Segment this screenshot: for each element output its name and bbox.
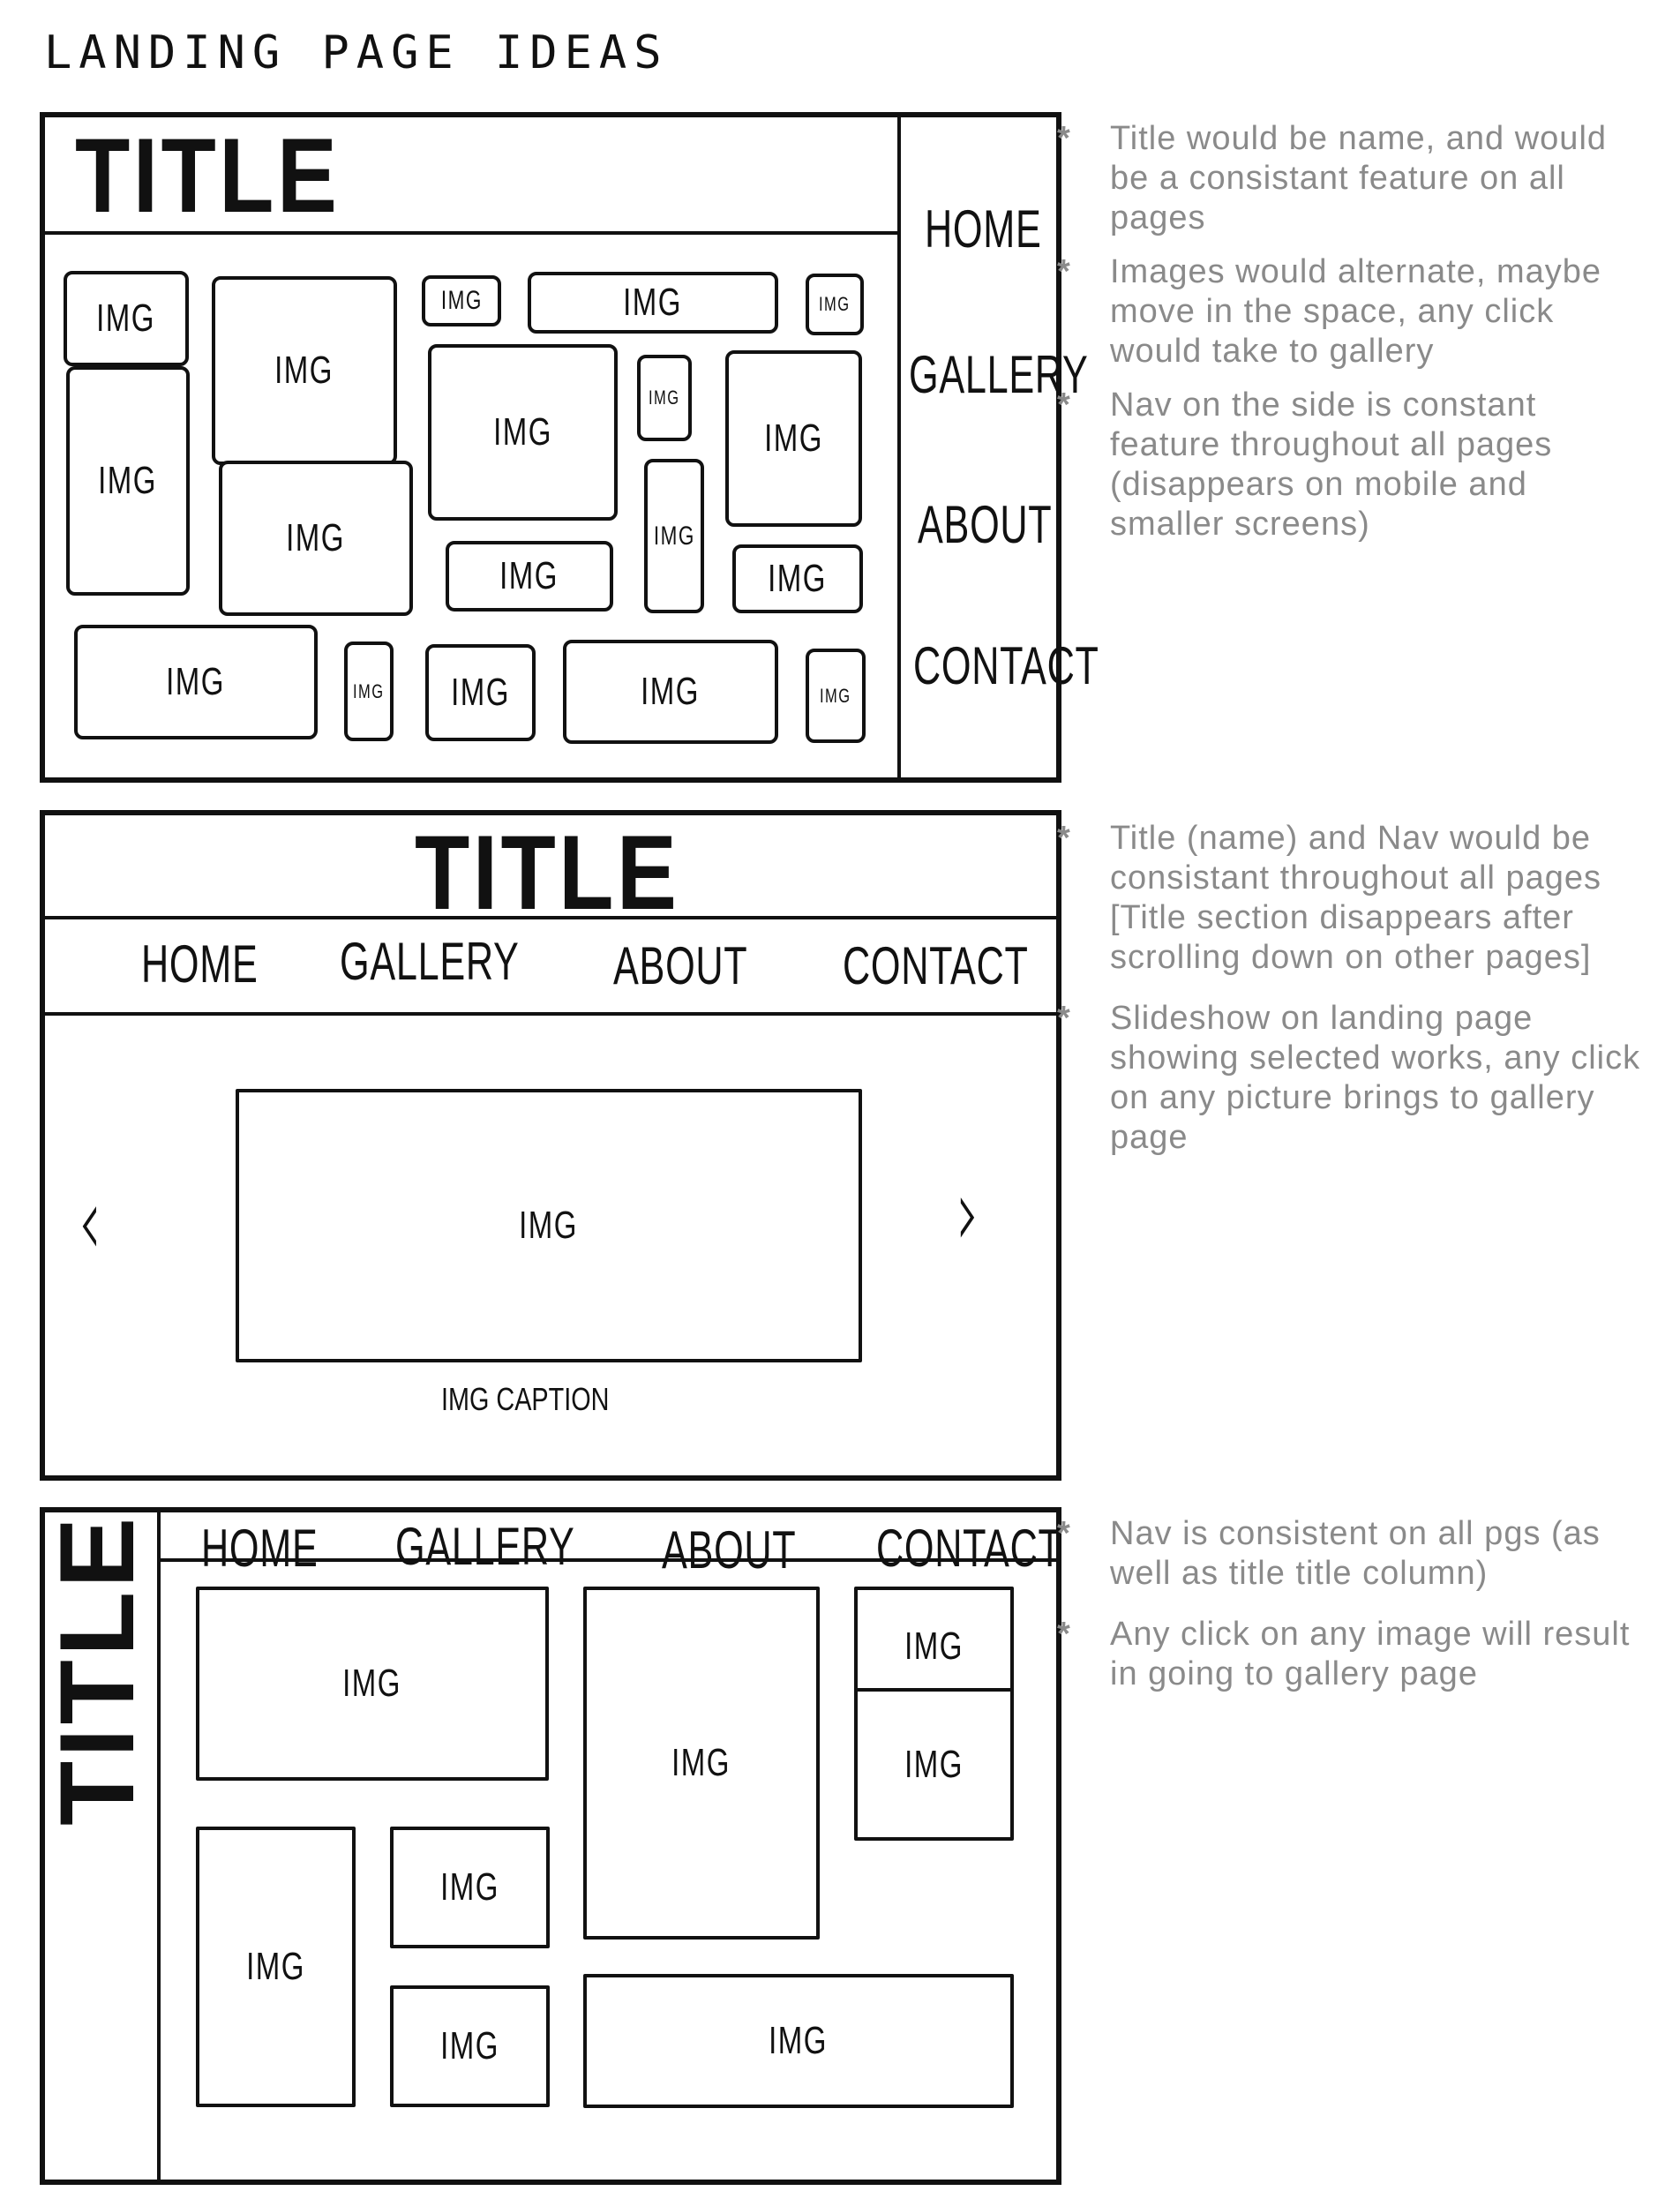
wireframe-2-nav-home[interactable]: HOME xyxy=(141,934,258,994)
wireframe-1-image-tile[interactable]: IMG xyxy=(446,541,613,612)
image-placeholder-label: IMG xyxy=(342,1662,402,1705)
wireframe-1-image-tile[interactable]: IMG xyxy=(219,461,413,616)
annotation-note: * Title would be name, and would be a con… xyxy=(1057,120,1617,236)
wireframe-1-image-tile[interactable]: IMG xyxy=(74,625,318,739)
annotation-note: * Any click on any image will result in g… xyxy=(1057,1616,1640,1692)
wireframe-1-image-tile[interactable]: IMG xyxy=(637,355,692,441)
wireframe-3-nav-contact[interactable]: CONTACT xyxy=(876,1518,1062,1579)
wireframe-1-nav-about[interactable]: ABOUT xyxy=(918,494,1052,555)
image-placeholder-label: IMG xyxy=(519,1204,579,1247)
annotation-note: * Nav on the side is constant feature thr… xyxy=(1057,386,1563,543)
image-placeholder-label: IMG xyxy=(819,293,851,315)
wireframe-2-nav-gallery[interactable]: GALLERY xyxy=(340,931,520,992)
image-placeholder-label: IMG xyxy=(440,286,483,315)
image-placeholder-label: IMG xyxy=(764,416,823,460)
slideshow-prev-arrow-icon[interactable]: ‹ xyxy=(79,1165,101,1278)
image-placeholder-label: IMG xyxy=(274,349,334,392)
annotation-note: * Slideshow on landing page showing selec… xyxy=(1057,1000,1651,1156)
wireframe-1-image-tile[interactable]: IMG xyxy=(806,274,864,335)
image-placeholder-label: IMG xyxy=(166,660,226,703)
wireframe-3-image-tile[interactable]: IMG xyxy=(583,1587,820,1940)
wireframe-1-image-tile[interactable]: IMG xyxy=(644,459,704,613)
wireframe-2-nav-contact[interactable]: CONTACT xyxy=(843,935,1029,996)
wireframe-1-title: TITLE xyxy=(75,116,341,235)
slideshow-next-arrow-icon[interactable]: › xyxy=(956,1156,979,1269)
wireframe-3-nav-gallery[interactable]: GALLERY xyxy=(395,1516,575,1577)
image-placeholder-label: IMG xyxy=(671,1741,731,1784)
image-placeholder-label: IMG xyxy=(96,296,156,340)
wireframe-3-title-column-divider xyxy=(157,1510,161,2182)
wireframe-1-nav-home[interactable]: HOME xyxy=(925,199,1041,259)
wireframe-3-image-tile[interactable]: IMG xyxy=(196,1827,356,2107)
wireframe-3-image-tile[interactable]: IMG xyxy=(390,1985,550,2107)
wireframe-1-image-tile[interactable]: IMG xyxy=(563,640,778,744)
image-placeholder-label: IMG xyxy=(286,516,346,559)
image-placeholder-label: IMG xyxy=(451,671,510,714)
image-placeholder-label: IMG xyxy=(353,679,385,702)
image-placeholder-label: IMG xyxy=(440,2024,499,2067)
wireframe-1-image-tile[interactable]: IMG xyxy=(344,642,394,741)
image-placeholder-label: IMG xyxy=(499,554,559,597)
annotation-note: * Images would alternate, maybe move in t… xyxy=(1057,253,1612,370)
wireframe-1-nav-contact[interactable]: CONTACT xyxy=(913,635,1099,696)
page-heading: LANDING PAGE IDEAS xyxy=(44,26,669,79)
wireframe-3-title-vertical: TITLE xyxy=(38,1513,156,1826)
wireframe-1-image-tile[interactable]: IMG xyxy=(66,366,190,596)
wireframe-1-image-tile[interactable]: IMG xyxy=(725,350,862,527)
image-placeholder-label: IMG xyxy=(493,410,552,454)
wireframe-3-notes: * Nav is consistent on all pgs (as well a… xyxy=(1057,1514,1648,1694)
image-placeholder-label: IMG xyxy=(653,521,695,551)
wireframe-1-image-tile[interactable]: IMG xyxy=(428,344,618,521)
wireframe-3-nav-home[interactable]: HOME xyxy=(201,1518,318,1579)
image-placeholder-label: IMG xyxy=(820,684,851,707)
wireframe-1-image-tile[interactable]: IMG xyxy=(806,649,866,743)
image-placeholder-label: IMG xyxy=(440,1865,499,1909)
image-placeholder-label: IMG xyxy=(649,386,680,409)
wireframe-3-image-tile[interactable]: IMG xyxy=(583,1974,1014,2108)
wireframe-1-image-tile[interactable]: IMG xyxy=(64,271,189,366)
image-placeholder-label: IMG xyxy=(246,1945,305,1988)
image-placeholder-label: IMG xyxy=(769,2019,829,2062)
wireframe-1-image-tile[interactable]: IMG xyxy=(422,275,501,326)
image-placeholder-label: IMG xyxy=(768,557,828,600)
wireframe-3-image-tile[interactable]: IMG xyxy=(390,1827,550,1948)
wireframe-1-notes: * Title would be name, and would be a con… xyxy=(1057,119,1648,544)
wireframe-1-sidebar-divider xyxy=(897,115,901,780)
wireframe-2-title: TITLE xyxy=(415,814,680,932)
wireframe-2-notes: * Title (name) and Nav would be consistan… xyxy=(1057,819,1651,1158)
wireframe-1-image-tile[interactable]: IMG xyxy=(212,276,397,465)
wireframe-2-nav-divider xyxy=(42,1012,1059,1016)
annotation-note: * Title (name) and Nav would be consistan… xyxy=(1057,820,1612,976)
image-placeholder-label: IMG xyxy=(641,670,701,713)
image-placeholder-label: IMG xyxy=(904,1624,964,1668)
wireframe-3-image-tile[interactable]: IMG xyxy=(854,1688,1014,1841)
wireframe-1-image-tile[interactable]: IMG xyxy=(732,544,863,613)
annotation-note: * Nav is consistent on all pgs (as well a… xyxy=(1057,1515,1611,1592)
image-placeholder-label: IMG xyxy=(98,459,158,502)
wireframe-2-nav-about[interactable]: ABOUT xyxy=(613,935,747,996)
wireframe-1-image-tile[interactable]: IMG xyxy=(528,272,778,334)
slideshow-image[interactable]: IMG xyxy=(236,1089,862,1362)
wireframe-3-image-tile[interactable]: IMG xyxy=(196,1587,549,1781)
slideshow-caption: IMG CAPTION xyxy=(441,1381,610,1417)
image-placeholder-label: IMG xyxy=(623,281,683,324)
image-placeholder-label: IMG xyxy=(904,1742,964,1786)
wireframe-3-nav-about[interactable]: ABOUT xyxy=(662,1519,796,1580)
wireframe-1-image-tile[interactable]: IMG xyxy=(425,644,536,741)
